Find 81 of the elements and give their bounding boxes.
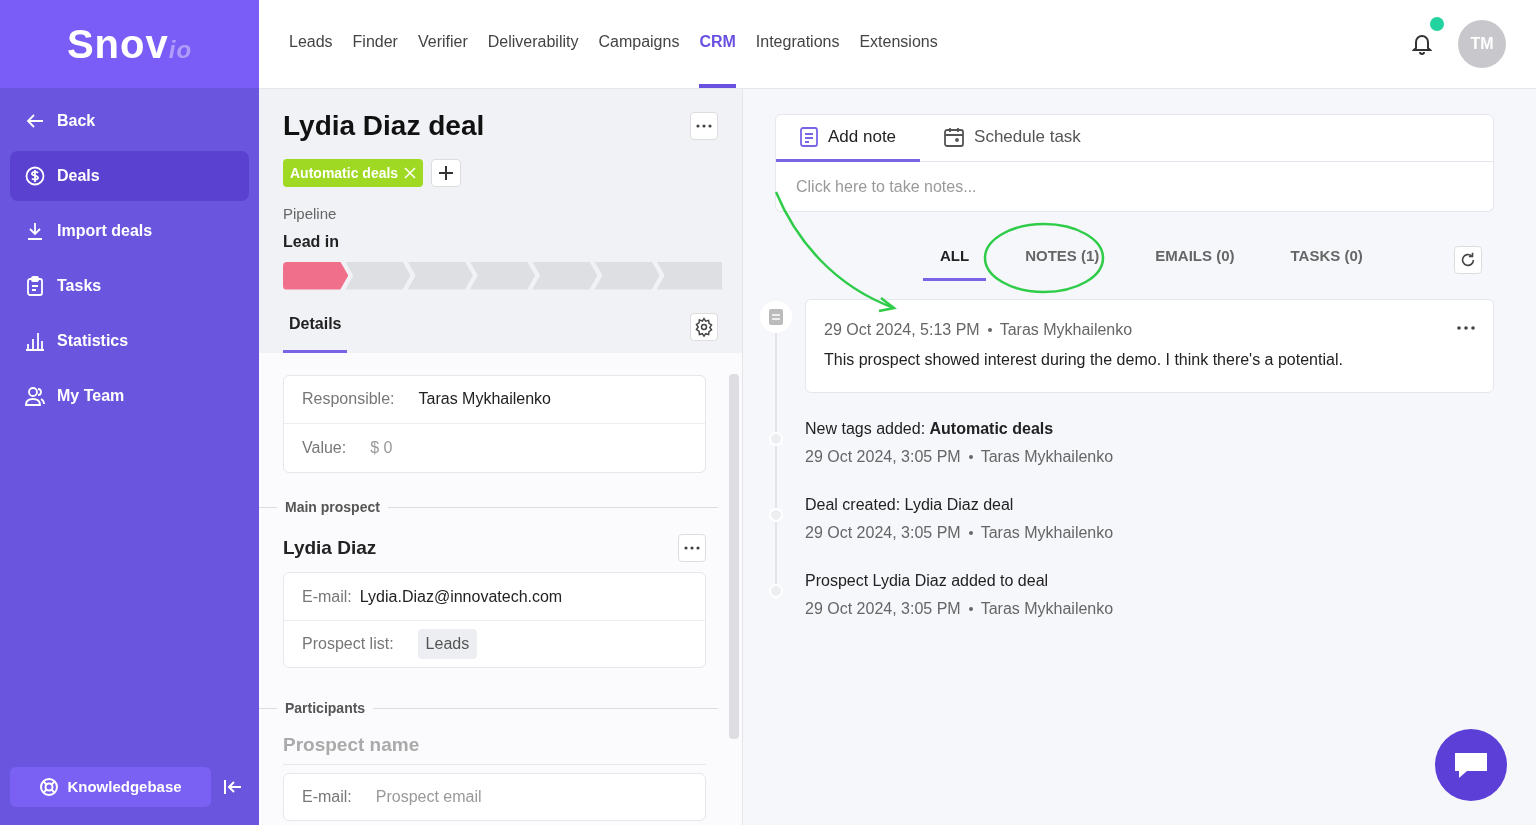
- refresh-icon: [1459, 250, 1477, 269]
- settings-icon: [694, 316, 714, 337]
- knowledgebase-button[interactable]: Knowledgebase: [10, 767, 211, 807]
- add-tag-button[interactable]: [431, 159, 462, 187]
- section-heading: Main prospect: [285, 497, 380, 517]
- activity-tab[interactable]: TASKS (0): [1273, 239, 1380, 281]
- more-icon: [684, 545, 700, 550]
- dollar-icon: [25, 166, 45, 186]
- nav-link[interactable]: Integrations: [755, 0, 840, 88]
- more-button[interactable]: [690, 112, 718, 140]
- download-icon: [25, 221, 45, 241]
- plus-icon: [439, 166, 454, 180]
- bar-chart-icon: [25, 331, 45, 351]
- lifebuoy-icon: [39, 777, 60, 797]
- nav-link[interactable]: Deliverability: [487, 0, 579, 88]
- field-value: Taras Mykhailenko: [418, 389, 551, 409]
- pipeline-stage[interactable]: [283, 261, 349, 290]
- event-text: New tags added: Automatic deals: [805, 418, 1055, 439]
- sidebar-item[interactable]: Deals: [10, 151, 249, 201]
- prospect-name-field[interactable]: Prospect name: [283, 731, 706, 765]
- event-date: 29 Oct 2024, 3:05 PM: [805, 446, 961, 467]
- more-icon: [696, 124, 712, 128]
- chat-icon: [1453, 750, 1489, 780]
- event-author: Taras Mykhailenko: [980, 598, 1114, 619]
- sidebar-item[interactable]: Import deals: [10, 206, 249, 256]
- email-value[interactable]: Lydia.Diaz@innovatech.com: [359, 584, 563, 609]
- nav-link[interactable]: Verifier: [417, 0, 468, 88]
- sidebar-item[interactable]: Back: [10, 96, 249, 146]
- activity-tab[interactable]: ALL: [923, 239, 987, 281]
- field-label: Value:: [302, 437, 347, 458]
- bullet-icon: [987, 327, 992, 332]
- calendar-icon: [944, 127, 965, 147]
- bullet-icon: [968, 530, 973, 535]
- event-text: Prospect Lydia Diaz added to deal: [805, 570, 1050, 591]
- section-heading: Participants: [285, 699, 366, 718]
- pipeline-stage[interactable]: [345, 261, 411, 290]
- more-icon[interactable]: [1457, 325, 1475, 330]
- note-date: 29 Oct 2024, 5:13 PM: [824, 319, 980, 340]
- prospect-name: Lydia Diaz: [283, 535, 377, 560]
- nav-link[interactable]: Campaigns: [598, 0, 680, 88]
- note-icon: [800, 127, 818, 147]
- sidebar-item[interactable]: Statistics: [10, 316, 249, 366]
- field-value: $ 0: [370, 437, 393, 458]
- field-label: Responsible:: [302, 389, 395, 409]
- field-label: Prospect list:: [302, 634, 394, 654]
- sidebar-item[interactable]: My Team: [10, 371, 249, 421]
- nav-link[interactable]: Extensions: [859, 0, 938, 88]
- nav-link[interactable]: Leads: [289, 0, 333, 88]
- users-icon: [25, 386, 45, 406]
- sidebar-item[interactable]: Tasks: [10, 261, 249, 311]
- field-label: E-mail:: [302, 586, 352, 607]
- clipboard-icon: [25, 276, 45, 296]
- note-field[interactable]: Click here to take notes...: [775, 162, 1494, 212]
- note-marker-icon: [760, 300, 792, 333]
- nav-link[interactable]: Finder: [352, 0, 398, 88]
- logo[interactable]: Snovio: [0, 0, 259, 88]
- field-label: E-mail:: [302, 786, 352, 807]
- bullet-icon: [968, 606, 973, 611]
- close-icon[interactable]: [404, 167, 417, 179]
- refresh-button[interactable]: [1454, 245, 1482, 274]
- more-button[interactable]: [678, 533, 706, 562]
- list-tag[interactable]: Leads: [417, 629, 478, 659]
- event-date: 29 Oct 2024, 3:05 PM: [805, 598, 961, 619]
- scrollbar[interactable]: [729, 374, 739, 739]
- activity-tab[interactable]: EMAILS (0): [1138, 239, 1252, 281]
- deal-title: Lydia Diaz deal: [283, 109, 485, 143]
- event-text: Deal created: Lydia Diaz deal: [805, 494, 1015, 515]
- stage-name: Lead in: [283, 231, 340, 252]
- event-date: 29 Oct 2024, 3:05 PM: [805, 522, 961, 543]
- collapse-icon[interactable]: [223, 779, 243, 795]
- settings-button[interactable]: [690, 312, 718, 341]
- note-text: This prospect showed interest during the demo. I think there's a potential.: [824, 349, 1344, 370]
- composer-tab[interactable]: Schedule task: [920, 115, 1105, 162]
- event-author: Taras Mykhailenko: [980, 522, 1114, 543]
- bell-icon[interactable]: [1412, 33, 1432, 55]
- pipeline-label: Pipeline: [283, 204, 338, 224]
- activity-tab[interactable]: NOTES (1): [1008, 239, 1117, 281]
- event-author: Taras Mykhailenko: [980, 446, 1114, 467]
- note-author: Taras Mykhailenko: [999, 319, 1133, 340]
- prospect-email-field[interactable]: Prospect email: [375, 784, 583, 809]
- bullet-icon: [968, 454, 973, 459]
